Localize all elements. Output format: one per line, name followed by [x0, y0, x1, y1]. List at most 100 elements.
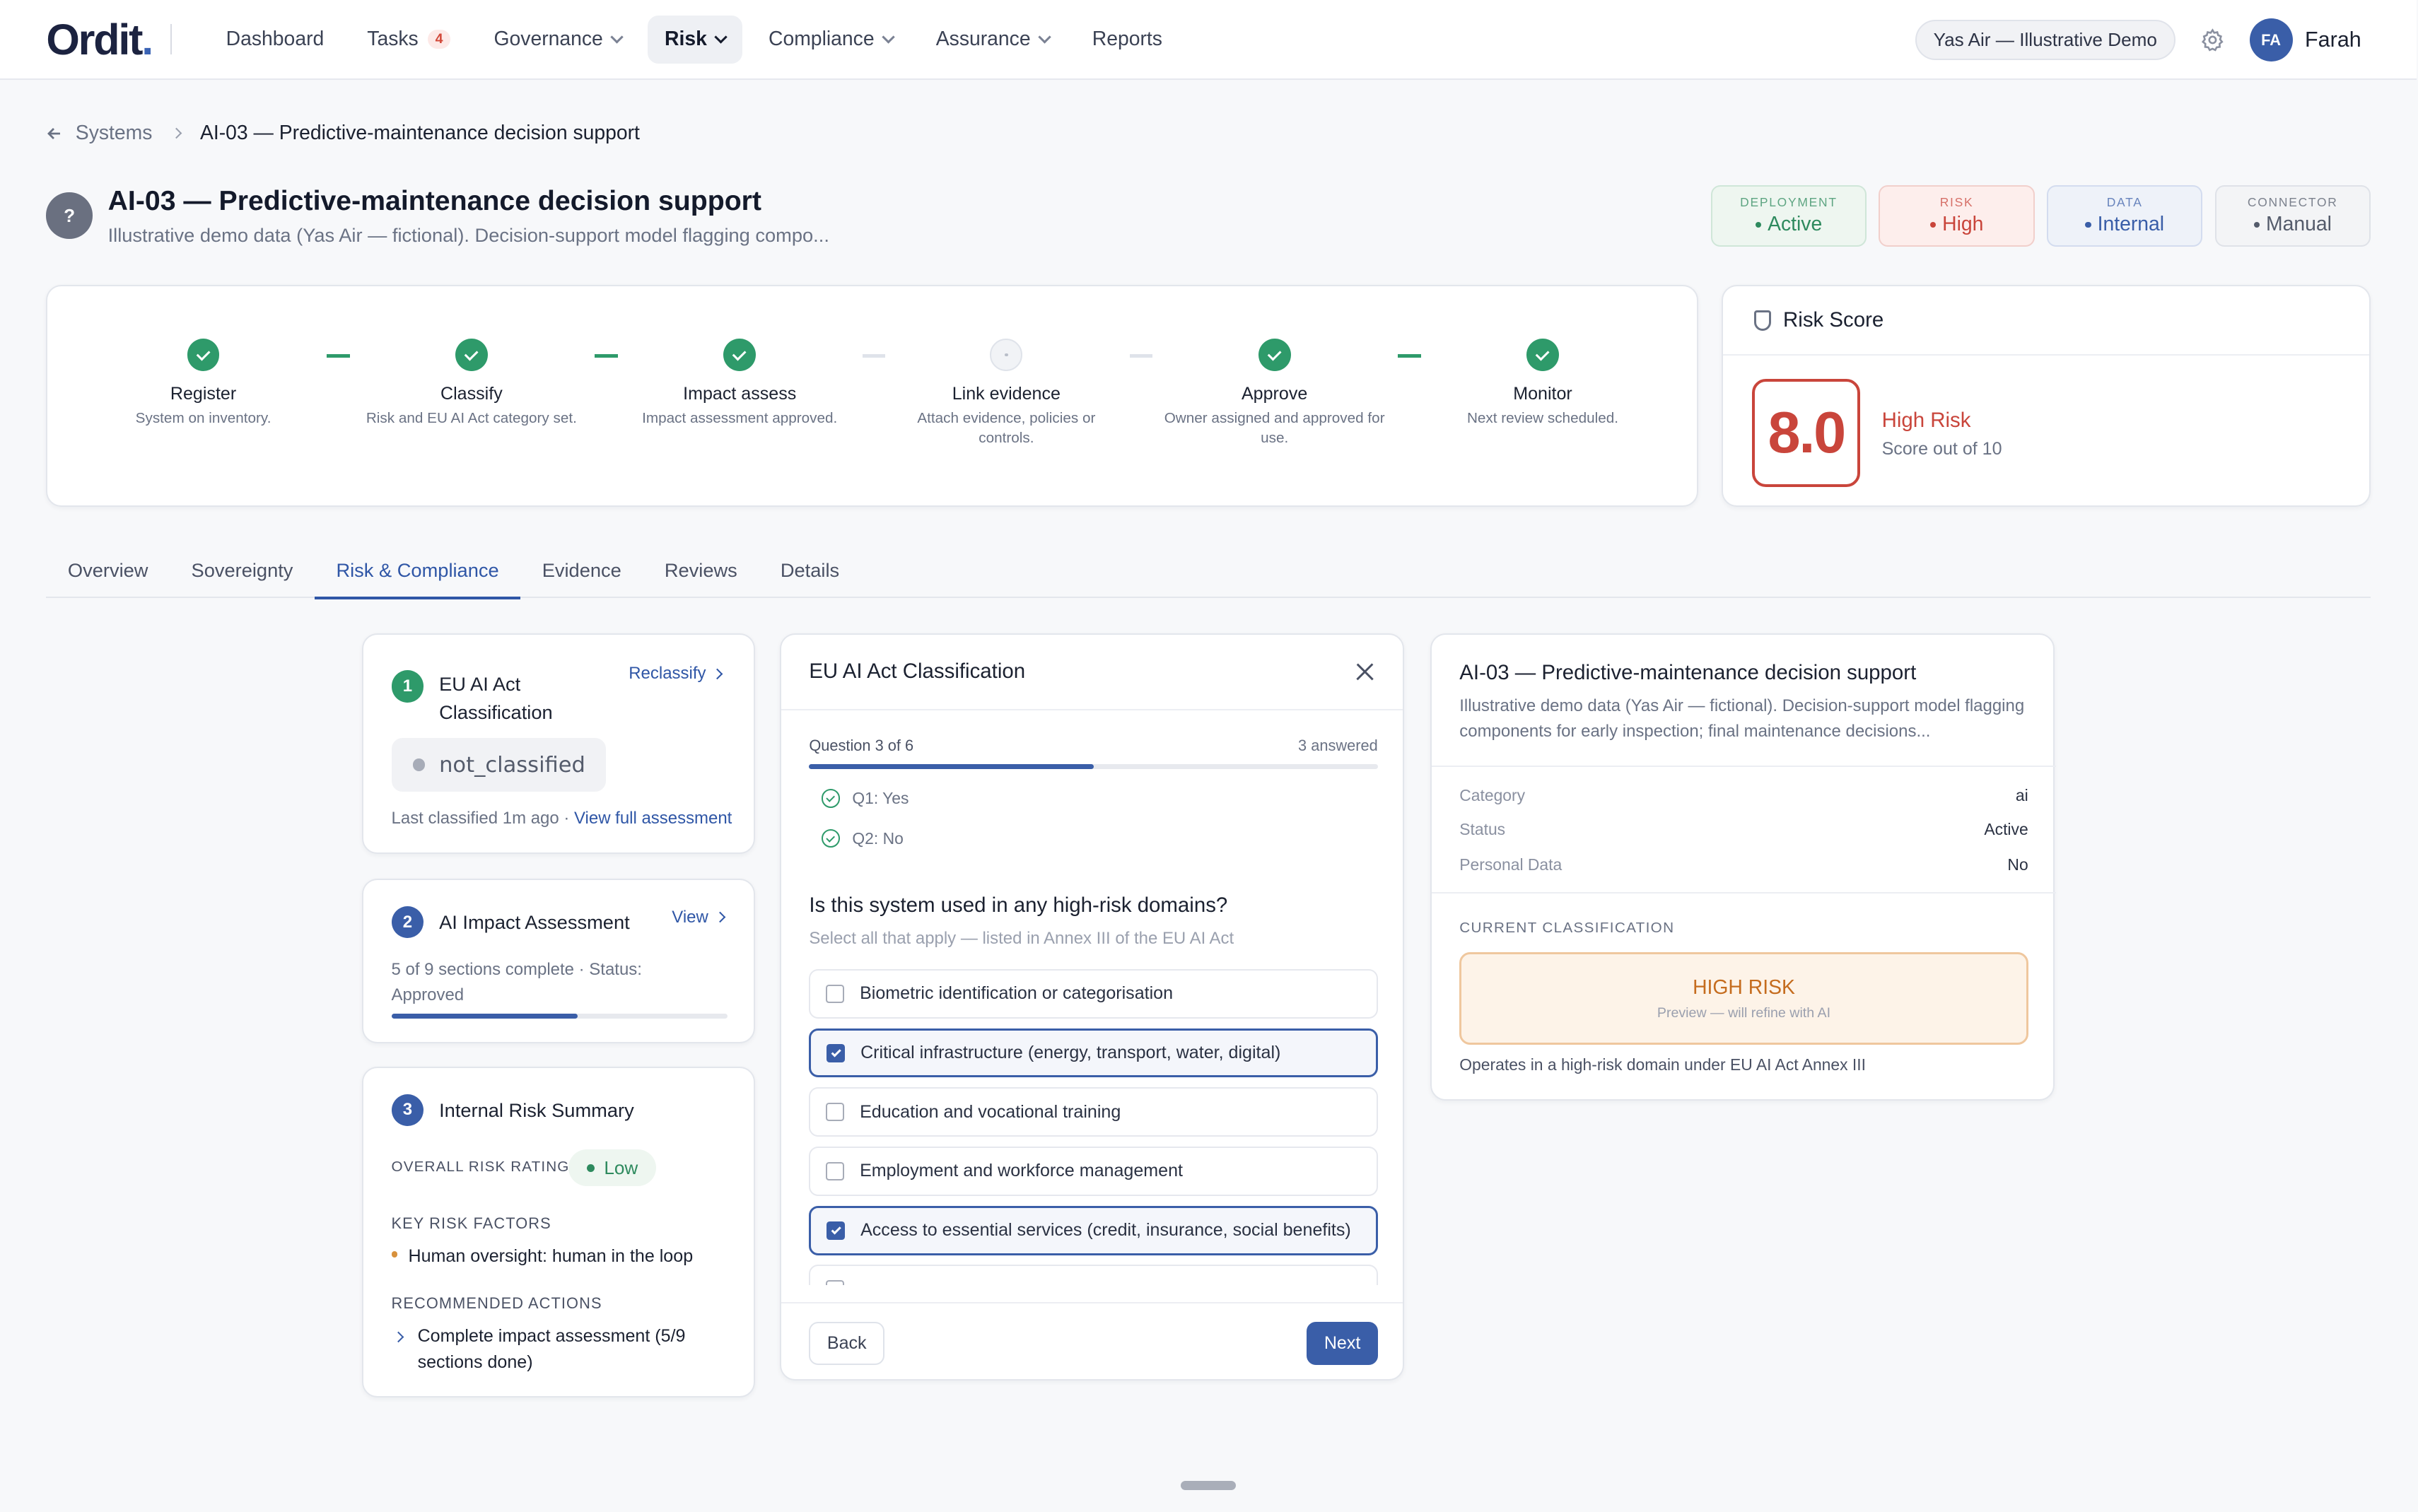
back-button[interactable]: Back	[809, 1322, 885, 1366]
internal-risk-summary-card: 3 Internal Risk Summary Overall risk rat…	[362, 1066, 756, 1398]
checkbox-icon[interactable]	[826, 1280, 845, 1285]
risk-score-label: High Risk	[1881, 408, 1971, 432]
detail-description: Illustrative demo data (Yas Air — fictio…	[1459, 696, 2025, 741]
check-icon	[187, 339, 220, 372]
check-icon	[723, 339, 757, 372]
tab-details[interactable]: Details	[759, 547, 860, 598]
page-subtitle: Illustrative demo data (Yas Air — fictio…	[107, 224, 829, 247]
nav-governance[interactable]: Governance	[477, 16, 638, 64]
previous-answer: Q1: Yes	[821, 789, 909, 808]
breadcrumb: Systems AI-03 — Predictive-maintenance d…	[46, 122, 640, 145]
option-checkbox[interactable]: Employment and workforce management	[809, 1147, 1378, 1196]
status-chip-risk: Risk High	[1879, 184, 2035, 247]
question-hint: Select all that apply — listed in Annex …	[809, 929, 1234, 949]
answered-count: 3 answered	[1298, 736, 1378, 754]
risk-score-title: Risk Score	[1783, 308, 1884, 332]
status-chip-data: Data Internal	[2047, 184, 2203, 247]
question-counter: Question 3 of 6	[809, 736, 914, 754]
step-number: 1	[391, 670, 424, 703]
checkbox-icon[interactable]	[826, 1161, 845, 1181]
logo[interactable]: Ordit.	[46, 15, 153, 64]
check-circle-icon	[821, 829, 840, 848]
options-list[interactable]: Biometric identification or categorisati…	[809, 969, 1378, 1285]
tab-evidence[interactable]: Evidence	[520, 547, 643, 598]
nav-dashboard[interactable]: Dashboard	[209, 16, 341, 64]
system-detail-panel: AI-03 — Predictive-maintenance decision …	[1430, 633, 2056, 1101]
step-classify[interactable]: Classify Risk and EU AI Act category set…	[341, 339, 603, 428]
check-circle-icon	[821, 789, 840, 808]
chevron-down-icon	[1037, 30, 1051, 44]
detail-row-category: Category ai	[1459, 785, 2028, 804]
reclassify-link[interactable]: Reclassify	[629, 664, 723, 684]
step-approve[interactable]: Approve Owner assigned and approved for …	[1143, 339, 1406, 448]
classification-status-badge: not_classified	[391, 738, 606, 792]
drag-handle[interactable]	[1180, 1480, 1237, 1491]
card-title: EU AI Act Classification	[439, 673, 553, 723]
org-switcher[interactable]: Yas Air — Illustrative Demo	[1915, 20, 2175, 61]
check-icon	[1526, 339, 1559, 372]
risk-score-sub: Score out of 10	[1881, 439, 2002, 459]
risk-score-card: Risk Score 8.0 High Risk Score out of 10	[1722, 285, 2371, 508]
top-navigation: Ordit. Dashboard Tasks 4 Governance Risk …	[0, 0, 2417, 81]
impact-assessment-card: 2 AI Impact Assessment View 5 of 9 secti…	[362, 878, 756, 1043]
nav-reports[interactable]: Reports	[1075, 16, 1179, 64]
chevron-down-icon	[610, 30, 624, 44]
option-checkbox[interactable]: Critical infrastructure (energy, transpo…	[809, 1028, 1378, 1078]
pending-icon	[990, 339, 1023, 372]
chevron-right-icon	[392, 1331, 404, 1342]
tab-reviews[interactable]: Reviews	[643, 547, 759, 598]
view-full-assessment-link[interactable]: View full assessment	[574, 809, 732, 828]
option-checkbox[interactable]: Biometric identification or categorisati…	[809, 969, 1378, 1019]
classification-modal: EU AI Act Classification Question 3 of 6…	[780, 633, 1404, 1381]
status-chip-deployment: Deployment Active	[1710, 184, 1867, 247]
detail-title: AI-03 — Predictive-maintenance decision …	[1459, 661, 1917, 685]
user-name[interactable]: Farah	[2305, 28, 2361, 52]
risk-score-value: 8.0	[1752, 379, 1861, 487]
step-monitor[interactable]: Monitor Next review scheduled.	[1412, 339, 1674, 428]
system-header: ? AI-03 — Predictive-maintenance decisio…	[46, 185, 829, 247]
risk-factor-item: Human oversight: human in the loop	[391, 1246, 693, 1267]
tab-bar: Overview Sovereignty Risk & Compliance Evid…	[46, 547, 2371, 599]
risk-rating-badge: Low	[568, 1149, 657, 1187]
step-link-evidence[interactable]: Link evidence Attach evidence, policies …	[875, 339, 1138, 448]
step-impact-assess[interactable]: Impact assess Impact assessment approved…	[609, 339, 871, 428]
breadcrumb-systems[interactable]: Systems	[76, 122, 153, 145]
modal-title: EU AI Act Classification	[809, 660, 1026, 684]
tab-overview[interactable]: Overview	[46, 547, 170, 598]
tab-sovereignty[interactable]: Sovereignty	[170, 547, 315, 598]
page-title: AI-03 — Predictive-maintenance decision …	[107, 184, 762, 216]
nav-assurance[interactable]: Assurance	[919, 16, 1066, 64]
option-checkbox[interactable]	[809, 1265, 1378, 1285]
checkbox-icon[interactable]	[827, 1221, 846, 1240]
avatar[interactable]: FA	[2249, 18, 2293, 62]
option-checkbox[interactable]: Education and vocational training	[809, 1087, 1378, 1137]
question-text: Is this system used in any high-risk dom…	[809, 893, 1228, 918]
overall-risk-label: Overall risk rating	[391, 1159, 570, 1176]
classification-result: HIGH RISK Preview — will refine with AI	[1459, 952, 2028, 1045]
card-title: Internal Risk Summary	[439, 1098, 634, 1121]
checkbox-icon[interactable]	[826, 1103, 845, 1122]
nav-tasks[interactable]: Tasks 4	[350, 16, 467, 64]
checkbox-icon[interactable]	[827, 1043, 846, 1062]
gear-icon[interactable]	[2200, 28, 2225, 52]
chevron-right-icon	[170, 128, 182, 139]
option-checkbox[interactable]: Access to essential services (credit, in…	[809, 1205, 1378, 1255]
step-register[interactable]: Register System on inventory.	[72, 339, 334, 428]
view-link[interactable]: View	[672, 908, 725, 927]
nav-risk[interactable]: Risk	[648, 15, 742, 64]
nav-compliance[interactable]: Compliance	[752, 16, 910, 64]
arrow-left-icon[interactable]	[46, 125, 63, 142]
checkbox-icon[interactable]	[826, 984, 845, 1003]
check-icon	[455, 339, 488, 372]
recommended-action-item[interactable]: Complete impact assessment (5/9 sections…	[392, 1323, 731, 1375]
close-icon[interactable]	[1357, 662, 1375, 681]
detail-row-personal-data: Personal Data No	[1459, 855, 2028, 874]
next-button[interactable]: Next	[1307, 1322, 1378, 1366]
status-chips: Deployment Active Risk High Data Internal C…	[1710, 184, 2371, 247]
assessment-progress-bar	[391, 1014, 728, 1019]
step-number: 2	[391, 906, 424, 939]
previous-answer: Q2: No	[821, 829, 904, 848]
last-classified: Last classified 1m ago · View full asses…	[391, 809, 732, 828]
tab-risk-compliance[interactable]: Risk & Compliance	[314, 547, 520, 599]
chevron-down-icon	[881, 30, 895, 44]
